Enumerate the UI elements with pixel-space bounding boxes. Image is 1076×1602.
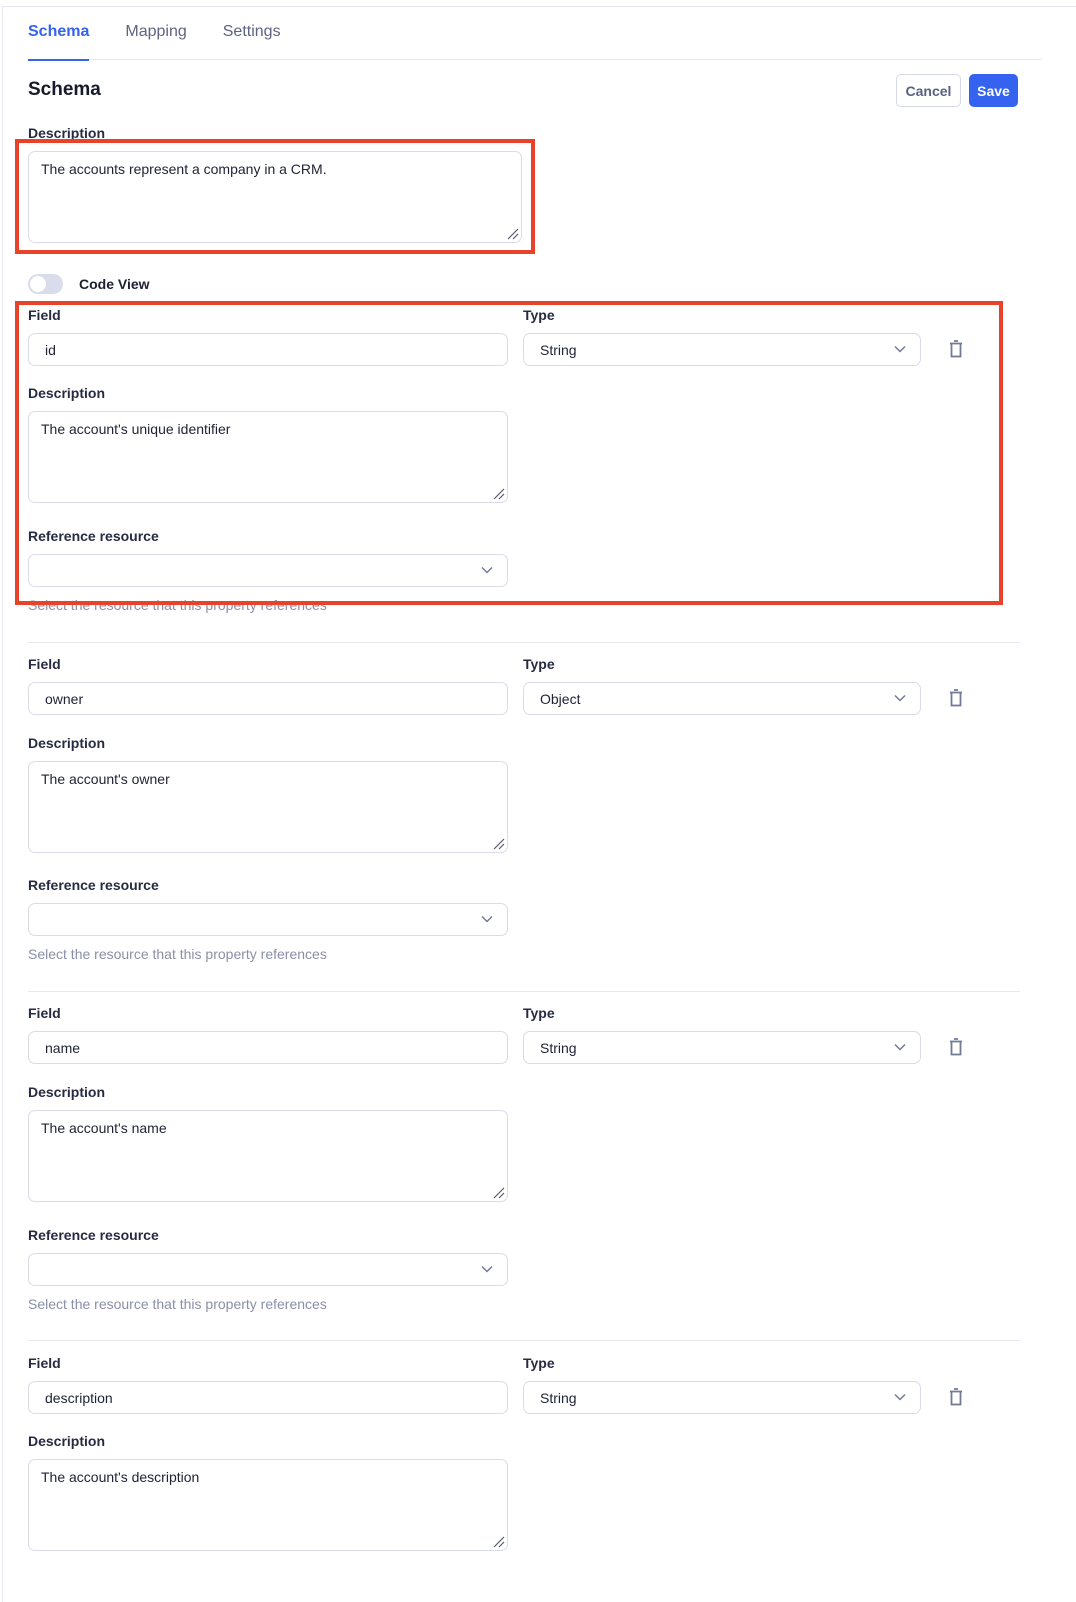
trash-icon[interactable] bbox=[949, 1038, 963, 1056]
resize-grip-icon[interactable] bbox=[491, 486, 505, 500]
description-label: Description bbox=[28, 735, 106, 751]
type-select[interactable]: String bbox=[523, 1031, 921, 1064]
chevron-down-icon bbox=[481, 566, 493, 574]
schema-description-textarea[interactable]: The accounts represent a company in a CR… bbox=[28, 151, 522, 243]
field-label: Field bbox=[28, 1005, 61, 1021]
type-label: Type bbox=[523, 1005, 555, 1021]
code-view-label: Code View bbox=[79, 276, 150, 292]
tab-settings[interactable]: Settings bbox=[223, 7, 281, 60]
description-textarea[interactable]: The account's owner bbox=[28, 761, 508, 853]
type-select[interactable]: Object bbox=[523, 682, 921, 715]
cancel-button[interactable]: Cancel bbox=[896, 74, 961, 107]
type-value: String bbox=[540, 341, 577, 358]
field-name-input[interactable]: owner bbox=[28, 682, 508, 715]
type-select[interactable]: String bbox=[523, 333, 921, 366]
section-title: Schema bbox=[28, 79, 101, 100]
field-label: Field bbox=[28, 307, 61, 323]
tab-schema[interactable]: Schema bbox=[28, 7, 90, 61]
type-value: String bbox=[540, 1389, 577, 1406]
chevron-down-icon bbox=[481, 1265, 493, 1273]
reference-resource-label: Reference resource bbox=[28, 528, 159, 544]
chevron-down-icon bbox=[894, 1043, 906, 1051]
description-textarea[interactable]: The account's unique identifier bbox=[28, 411, 508, 503]
schema-panel: Schema Mapping Settings Schema Cancel Sa… bbox=[2, 6, 1076, 1602]
resize-grip-icon[interactable] bbox=[491, 1185, 505, 1199]
description-text: The account's unique identifier bbox=[41, 421, 231, 437]
trash-icon[interactable] bbox=[949, 689, 963, 707]
description-text: The account's owner bbox=[41, 771, 170, 787]
reference-resource-label: Reference resource bbox=[28, 877, 159, 893]
type-select[interactable]: String bbox=[523, 1381, 921, 1414]
property-divider bbox=[28, 991, 1020, 992]
trash-icon[interactable] bbox=[949, 1388, 963, 1406]
type-value: Object bbox=[540, 690, 581, 707]
resize-grip-icon[interactable] bbox=[491, 836, 505, 850]
type-label: Type bbox=[523, 307, 555, 323]
field-label: Field bbox=[28, 1355, 61, 1371]
code-view-toggle[interactable] bbox=[28, 274, 63, 294]
property-divider bbox=[28, 642, 1020, 643]
description-label: Description bbox=[28, 385, 106, 401]
resize-grip-icon[interactable] bbox=[505, 226, 519, 240]
field-name-input[interactable]: description bbox=[28, 1381, 508, 1414]
type-label: Type bbox=[523, 1355, 555, 1371]
save-button[interactable]: Save bbox=[969, 74, 1018, 107]
description-label: Description bbox=[28, 1433, 106, 1449]
tab-mapping[interactable]: Mapping bbox=[125, 7, 186, 60]
property-divider bbox=[28, 1340, 1020, 1341]
schema-description-label: Description bbox=[28, 125, 106, 141]
field-name-input[interactable]: name bbox=[28, 1031, 508, 1064]
schema-description-text: The accounts represent a company in a CR… bbox=[41, 161, 327, 177]
reference-resource-select[interactable] bbox=[28, 1253, 508, 1286]
type-label: Type bbox=[523, 656, 555, 672]
chevron-down-icon bbox=[894, 345, 906, 353]
reference-resource-label: Reference resource bbox=[28, 1227, 159, 1243]
reference-helper-text: Select the resource that this property r… bbox=[28, 597, 327, 613]
reference-helper-text: Select the resource that this property r… bbox=[28, 946, 327, 962]
reference-resource-select[interactable] bbox=[28, 554, 508, 587]
tab-bar: Schema Mapping Settings bbox=[28, 7, 1042, 61]
field-label: Field bbox=[28, 656, 61, 672]
description-label: Description bbox=[28, 1084, 106, 1100]
toggle-knob bbox=[30, 276, 46, 292]
reference-resource-select[interactable] bbox=[28, 903, 508, 936]
description-textarea[interactable]: The account's name bbox=[28, 1110, 508, 1202]
description-textarea[interactable]: The account's description bbox=[28, 1459, 508, 1551]
type-value: String bbox=[540, 1039, 577, 1056]
trash-icon[interactable] bbox=[949, 340, 963, 358]
reference-helper-text: Select the resource that this property r… bbox=[28, 1296, 327, 1312]
field-name-value: description bbox=[45, 1389, 113, 1406]
chevron-down-icon bbox=[481, 915, 493, 923]
chevron-down-icon bbox=[894, 1393, 906, 1401]
chevron-down-icon bbox=[894, 694, 906, 702]
field-name-value: owner bbox=[45, 690, 84, 707]
field-name-input[interactable]: id bbox=[28, 333, 508, 366]
field-name-value: id bbox=[45, 341, 56, 358]
resize-grip-icon[interactable] bbox=[491, 1534, 505, 1548]
field-name-value: name bbox=[45, 1039, 81, 1056]
description-text: The account's name bbox=[41, 1120, 167, 1136]
description-text: The account's description bbox=[41, 1469, 200, 1485]
